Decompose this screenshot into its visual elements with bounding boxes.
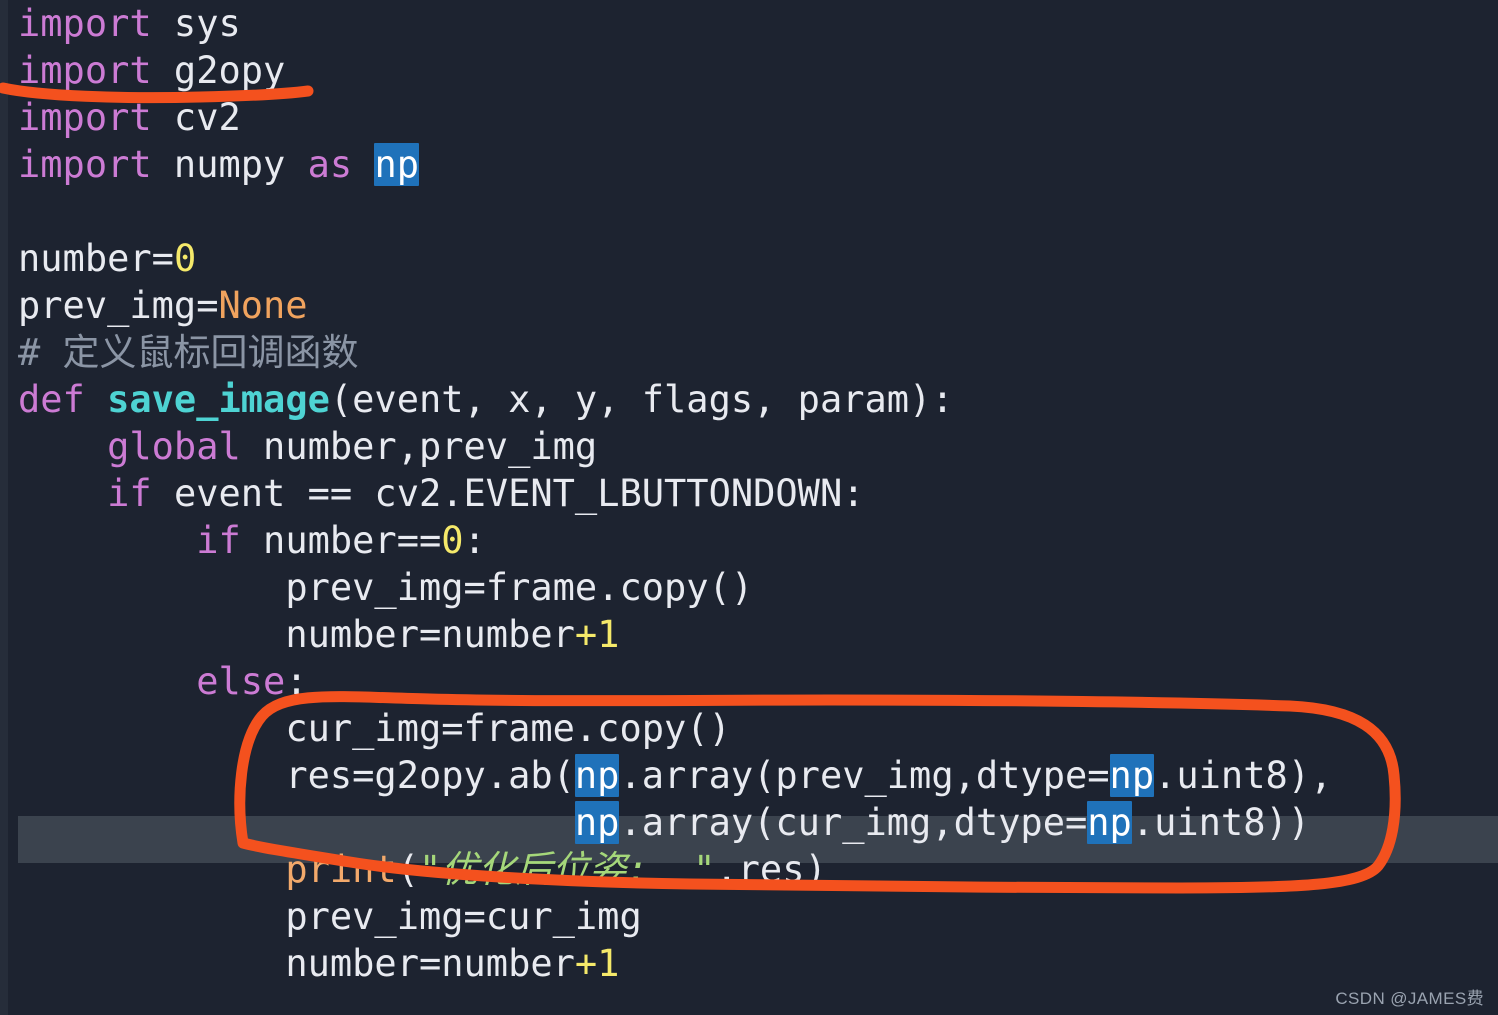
code-token: ( [396,848,419,891]
code-line[interactable]: cur_img=frame.copy() [18,705,1498,752]
watermark-label: CSDN @JAMES费 [1335,989,1484,1008]
code-line[interactable]: import numpy as np [18,141,1498,188]
code-token: sys [151,2,241,45]
code-line[interactable]: global number,prev_img [18,423,1498,470]
code-token: .array(prev_img,dtype= [619,754,1110,797]
code-token: import [18,2,152,45]
code-line[interactable]: if number==0: [18,517,1498,564]
code-token: ,res) [715,848,827,891]
code-token: import [18,49,152,92]
code-token: global [107,425,241,468]
code-token: (event, x, y, flags, param): [329,378,954,421]
code-token: if [107,472,152,515]
code-line[interactable]: else: [18,658,1498,705]
selected-token: np [574,754,620,797]
code-token: number== [240,519,442,562]
selected-token: np [374,143,419,186]
code-line[interactable]: prev_img=frame.copy() [18,564,1498,611]
code-line[interactable]: import sys [18,0,1498,47]
code-line[interactable]: prev_img=None [18,282,1498,329]
code-token: prev_img=frame.copy() [285,566,754,609]
code-line[interactable]: import cv2 [18,94,1498,141]
code-token: res=g2opy.ab( [285,754,575,797]
code-token: number= [18,237,174,280]
code-token: " [418,848,442,891]
code-token: : [463,519,486,562]
code-line[interactable]: number=0 [18,235,1498,282]
code-token: prev_img= [18,284,219,327]
code-line[interactable]: number=number+1 [18,611,1498,658]
code-token: 优化后位姿: [441,848,694,891]
code-content[interactable]: import sys import g2opy import cv2 import n… [18,0,1498,1015]
code-token: cur_img=frame.copy() [285,707,731,750]
editor-gutter [8,0,18,1015]
editor-left-edge-strip [0,0,8,1015]
code-token: cv2 [151,96,241,139]
code-line[interactable]: if event == cv2.EVENT_LBUTTONDOWN: [18,470,1498,517]
code-editor-window: import sys import g2opy import cv2 import n… [0,0,1498,1015]
code-token: " [693,848,716,891]
code-line[interactable]: import g2opy [18,47,1498,94]
code-line[interactable] [18,188,1498,235]
code-token: None [218,284,308,327]
code-line[interactable]: print("优化后位姿: ",res) [18,846,1498,893]
code-token: import [18,143,152,186]
code-token: else [196,660,286,703]
code-token: .array(cur_img,dtype= [619,801,1088,844]
code-token: g2opy [151,49,286,92]
code-line[interactable]: prev_img=cur_img [18,893,1498,940]
selected-token: np [574,801,620,844]
code-token: number=number [285,942,575,985]
code-token: number=number [285,613,575,656]
code-token: numpy [151,143,308,186]
code-token: # 定义鼠标回调函数 [18,331,359,374]
code-token: number,prev_img [240,425,598,468]
code-token: : [285,660,308,703]
code-token: as [307,143,353,186]
code-line[interactable]: def save_image(event, x, y, flags, param… [18,376,1498,423]
code-line[interactable]: number=number+1 [18,940,1498,987]
selected-token: np [1109,754,1155,797]
code-token: event == cv2.EVENT_LBUTTONDOWN: [151,472,865,515]
code-token: .uint8)) [1131,801,1311,844]
code-token: +1 [574,942,620,985]
code-token: if [196,519,241,562]
code-token: prev_img=cur_img [285,895,642,938]
code-line[interactable]: # 定义鼠标回调函数 [18,329,1498,376]
code-token: 0 [441,519,464,562]
code-token: def [18,378,85,421]
code-token: .uint8), [1154,754,1333,797]
code-token: 0 [173,237,197,280]
code-line[interactable]: np.array(cur_img,dtype=np.uint8)) [18,799,1498,846]
code-token: +1 [574,613,620,656]
code-line[interactable]: res=g2opy.ab(np.array(prev_img,dtype=np.… [18,752,1498,799]
code-token: print [285,848,397,891]
code-token: import [18,96,152,139]
code-token: save_image [107,378,330,421]
selected-token: np [1087,801,1132,844]
